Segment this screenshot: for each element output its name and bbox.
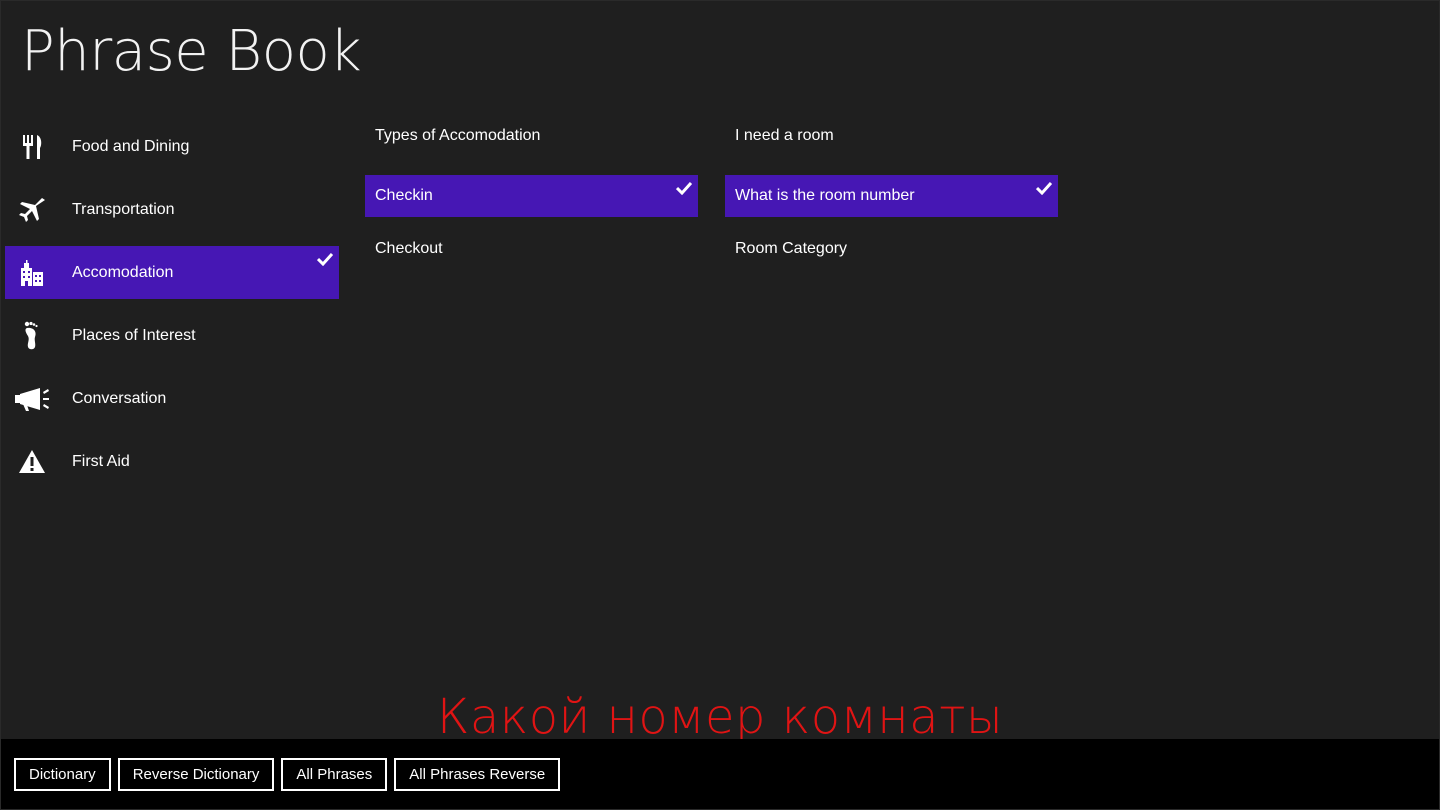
all-phrases-reverse-button[interactable]: All Phrases Reverse [394, 758, 561, 791]
phrase-list: I need a room What is the room number Ro… [725, 122, 1058, 281]
category-item-first-aid[interactable]: First Aid [5, 435, 339, 488]
translation-text: Какой номер комнаты [437, 689, 1004, 745]
dictionary-button[interactable]: Dictionary [14, 758, 111, 791]
category-item-places-of-interest[interactable]: Places of Interest [5, 309, 339, 362]
phrase-label: I need a room [735, 127, 834, 144]
subcategory-item-types-of-accomodation[interactable]: Types of Accomodation [365, 122, 698, 164]
page-title: Phrase Book [21, 19, 362, 84]
subcategory-list: Types of Accomodation Checkin Checkout [365, 122, 698, 281]
category-label: Conversation [72, 389, 167, 407]
phrase-label: Room Category [735, 240, 848, 257]
category-label: Transportation [72, 200, 175, 218]
category-label: First Aid [72, 452, 130, 470]
subcategory-item-checkout[interactable]: Checkout [365, 228, 698, 270]
reverse-dictionary-button[interactable]: Reverse Dictionary [117, 758, 275, 791]
checkmark-icon [1036, 181, 1052, 195]
phrase-item-what-is-the-room-number[interactable]: What is the room number [725, 175, 1058, 217]
category-label: Accomodation [72, 263, 174, 281]
subcategory-item-checkin[interactable]: Checkin [365, 175, 698, 217]
checkmark-icon [317, 252, 333, 266]
warning-icon [5, 435, 67, 488]
checkmark-icon [676, 181, 692, 195]
hotel-building-icon [5, 246, 67, 299]
category-item-transportation[interactable]: Transportation [5, 183, 339, 236]
subcategory-label: Checkout [375, 240, 443, 257]
phrase-item-room-category[interactable]: Room Category [725, 228, 1058, 270]
fork-knife-icon [5, 120, 67, 173]
footprint-icon [5, 309, 67, 362]
phrase-item-i-need-a-room[interactable]: I need a room [725, 122, 1058, 164]
category-item-accomodation[interactable]: Accomodation [5, 246, 339, 299]
megaphone-icon [5, 372, 67, 425]
all-phrases-button[interactable]: All Phrases [281, 758, 388, 791]
phrase-book-app: Phrase Book Food and Dining Transportati… [0, 0, 1440, 810]
category-item-food-and-dining[interactable]: Food and Dining [5, 120, 339, 173]
category-list: Food and Dining Transportation Accomodat… [5, 120, 339, 498]
phrase-label: What is the room number [735, 187, 915, 204]
airplane-icon [5, 183, 67, 236]
app-bar: Dictionary Reverse Dictionary All Phrase… [1, 739, 1439, 809]
category-item-conversation[interactable]: Conversation [5, 372, 339, 425]
category-label: Food and Dining [72, 137, 190, 155]
category-label: Places of Interest [72, 326, 196, 344]
subcategory-label: Types of Accomodation [375, 127, 541, 144]
subcategory-label: Checkin [375, 187, 433, 204]
